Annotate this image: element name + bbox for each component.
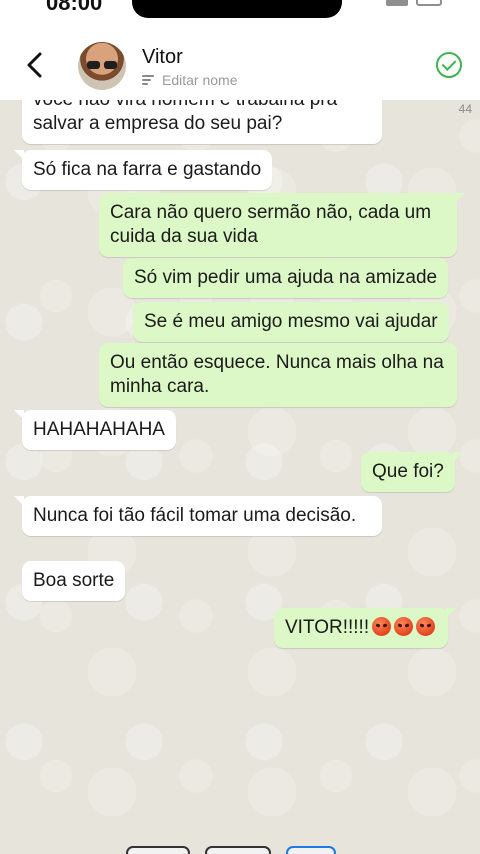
angry-face-icon <box>394 617 414 636</box>
chat-header: Vitor Editar nome <box>0 28 480 100</box>
bottom-edge <box>0 846 480 854</box>
chat-area: 44 você não vira homem e trabalha pra sa… <box>0 0 480 854</box>
message-text: Cara não quero sermão não, cada um cuida… <box>110 202 432 247</box>
sunglasses-icon <box>87 61 117 69</box>
message-text: Ou então esquece. Nunca mais olha na min… <box>110 352 444 397</box>
message-bubble-outgoing[interactable]: Que foi? <box>361 452 463 492</box>
status-icons <box>386 0 442 6</box>
edit-lines-icon <box>142 74 156 86</box>
status-time: 08:00 <box>46 0 103 15</box>
message-bubble-incoming[interactable]: Boa sorte <box>22 561 126 601</box>
back-arrow-icon[interactable] <box>22 50 48 80</box>
edit-name-label: Editar nome <box>162 72 238 88</box>
message-text: Que foi? <box>372 461 444 482</box>
bottom-control-3[interactable] <box>286 846 336 854</box>
message-bubble-outgoing[interactable]: Só vim pedir uma ajuda na amizade <box>123 258 449 298</box>
angry-face-icon <box>416 617 436 636</box>
message-text: Nunca foi tão fácil tomar uma decisão. <box>33 505 357 526</box>
bottom-control-2[interactable] <box>205 846 271 854</box>
message-bubble-incoming[interactable]: HAHAHAHAHA <box>14 410 176 450</box>
message-text: Boa sorte <box>33 570 115 591</box>
confirm-check-icon[interactable] <box>436 52 462 78</box>
signal-icon <box>386 0 408 6</box>
message-bubble-outgoing[interactable]: Se é meu amigo mesmo vai ajudar <box>133 302 449 342</box>
message-bubble-outgoing[interactable]: Cara não quero sermão não, cada um cuida… <box>99 193 465 257</box>
message-text: Só vim pedir uma ajuda na amizade <box>134 267 438 288</box>
message-bubble-outgoing[interactable]: VITOR!!!!! <box>274 608 457 648</box>
status-bar: 08:00 <box>0 0 480 28</box>
message-bubble-incoming[interactable]: Nunca foi tão fácil tomar uma decisão. <box>14 496 382 536</box>
message-text: HAHAHAHAHA <box>33 419 165 440</box>
battery-icon <box>416 0 442 6</box>
contact-name[interactable]: Vitor <box>142 46 183 69</box>
angry-face-icon <box>372 617 392 636</box>
contact-avatar[interactable] <box>78 42 126 90</box>
edit-name-row[interactable]: Editar nome <box>142 72 237 88</box>
side-counter: 44 <box>458 102 472 116</box>
message-text: Só fica na farra e gastando <box>33 159 262 180</box>
message-text: VITOR!!!!! <box>285 617 370 638</box>
message-bubble-incoming[interactable]: Só fica na farra e gastando <box>13 150 273 190</box>
dynamic-island <box>132 0 342 18</box>
message-text: Se é meu amigo mesmo vai ajudar <box>144 311 438 332</box>
bottom-control-1[interactable] <box>126 846 190 854</box>
message-bubble-outgoing[interactable]: Ou então esquece. Nunca mais olha na min… <box>99 343 457 407</box>
